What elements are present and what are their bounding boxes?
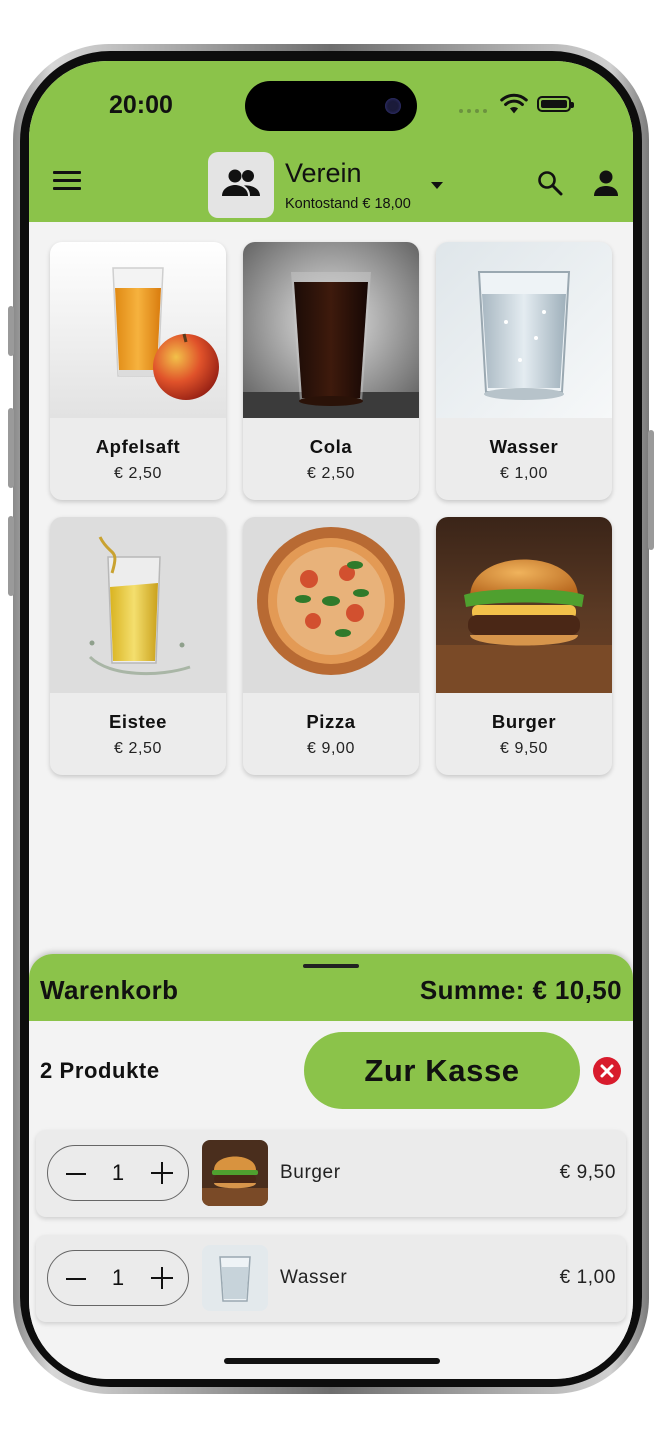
cart-title: Warenkorb	[40, 975, 179, 1005]
product-card-burger[interactable]: Burger € 9,50	[436, 517, 612, 775]
cart-item-name: Burger	[280, 1162, 341, 1183]
screen: 20:00 Verein Kontostand € 18,00 Apfelsaf…	[29, 61, 633, 1379]
wasser-image	[436, 242, 612, 418]
volume-down-button	[8, 516, 14, 596]
product-name: Apfelsaft	[95, 436, 181, 457]
pizza-image	[243, 517, 419, 693]
cart-item-count: 2 Produkte	[40, 1058, 160, 1083]
group-icon	[222, 169, 260, 196]
account-icon[interactable]	[593, 169, 619, 197]
app-header: 20:00 Verein Kontostand € 18,00	[29, 61, 633, 222]
cart-header[interactable]: Warenkorb Summe: € 10,50	[29, 954, 633, 1021]
burger-image	[436, 517, 612, 693]
product-card-pizza[interactable]: Pizza € 9,00	[243, 517, 419, 775]
cart-item-row: 1 Burger € 9,50	[36, 1130, 626, 1217]
volume-up-button	[8, 408, 14, 488]
search-icon[interactable]	[537, 170, 563, 196]
power-button	[648, 430, 654, 550]
product-name: Cola	[309, 436, 353, 457]
apfelsaft-image	[50, 242, 226, 418]
cart-item-price: € 9,50	[559, 1162, 616, 1183]
product-price: € 2,50	[306, 465, 356, 482]
clear-cart-button[interactable]	[593, 1057, 621, 1085]
group-name[interactable]: Verein	[285, 158, 362, 189]
wasser-thumbnail	[202, 1245, 268, 1311]
product-card-wasser[interactable]: Wasser € 1,00	[436, 242, 612, 500]
wifi-icon	[500, 93, 528, 114]
cart-item-name: Wasser	[280, 1267, 348, 1288]
cart-item-row: 1 Wasser € 1,00	[36, 1235, 626, 1322]
battery-icon	[537, 96, 574, 112]
cart-item-price: € 1,00	[559, 1267, 616, 1288]
product-name: Burger	[491, 711, 557, 732]
product-card-apfelsaft[interactable]: Apfelsaft € 2,50	[50, 242, 226, 500]
product-card-cola[interactable]: Cola € 2,50	[243, 242, 419, 500]
cart-sheet[interactable]: Warenkorb Summe: € 10,50 2 Produkte Zur …	[29, 954, 633, 1379]
camera-icon	[385, 98, 401, 114]
product-price: € 1,00	[499, 465, 549, 482]
product-name: Pizza	[306, 711, 356, 732]
product-price: € 9,50	[499, 740, 549, 757]
menu-icon[interactable]	[53, 171, 81, 191]
plus-icon[interactable]	[151, 1162, 173, 1184]
silent-switch	[8, 306, 14, 356]
checkout-button[interactable]: Zur Kasse	[304, 1032, 580, 1109]
home-indicator[interactable]	[224, 1358, 440, 1364]
group-avatar[interactable]	[208, 152, 274, 218]
status-time: 20:00	[109, 91, 173, 119]
product-price: € 2,50	[113, 465, 163, 482]
eistee-image	[50, 517, 226, 693]
burger-thumbnail	[202, 1140, 268, 1206]
product-price: € 9,00	[306, 740, 356, 757]
dynamic-island	[245, 81, 417, 131]
product-price: € 2,50	[113, 740, 163, 757]
account-balance: Kontostand € 18,00	[285, 196, 411, 212]
cellular-signal-icon	[459, 109, 487, 113]
product-name: Wasser	[489, 436, 559, 457]
close-icon	[600, 1064, 614, 1078]
drag-handle[interactable]	[303, 964, 359, 968]
cola-image	[243, 242, 419, 418]
product-name: Eistee	[108, 711, 168, 732]
plus-icon[interactable]	[151, 1267, 173, 1289]
caret-down-icon[interactable]	[431, 182, 443, 189]
product-card-eistee[interactable]: Eistee € 2,50	[50, 517, 226, 775]
quantity-stepper: 1	[47, 1145, 189, 1201]
cart-sum: Summe: € 10,50	[419, 975, 622, 1005]
quantity-stepper: 1	[47, 1250, 189, 1306]
